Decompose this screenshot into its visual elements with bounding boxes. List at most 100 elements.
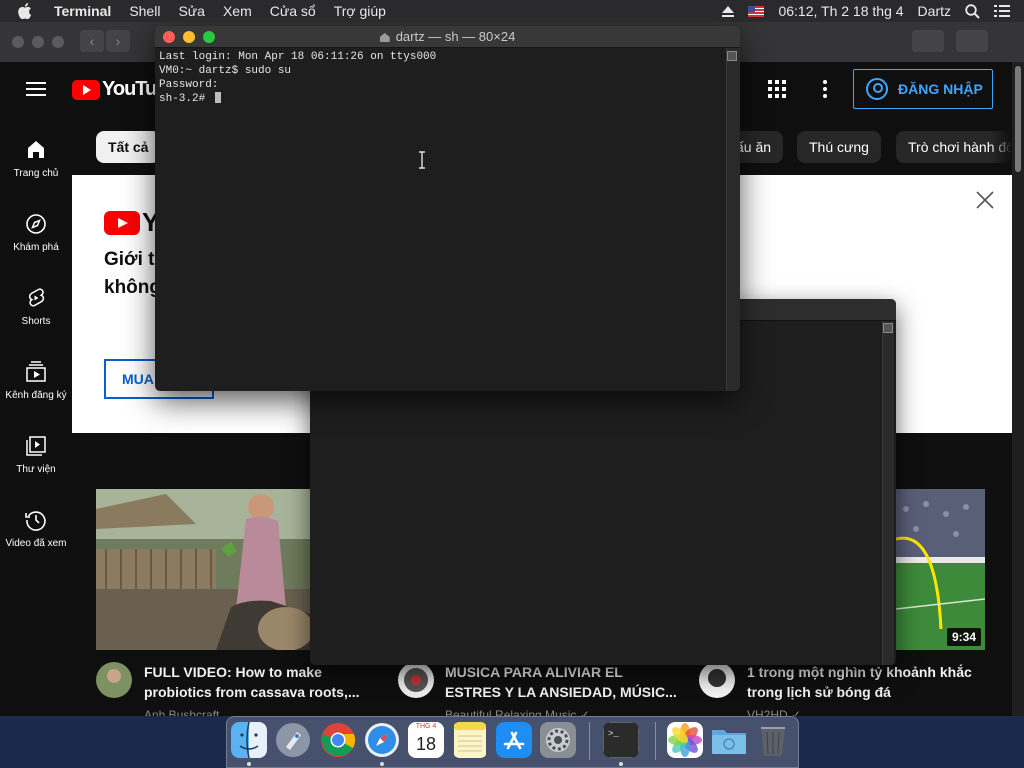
more-options-icon[interactable] bbox=[823, 80, 827, 98]
sidebar-item-library[interactable]: Thư viện bbox=[0, 434, 72, 475]
downloads-folder-icon[interactable] bbox=[711, 722, 747, 758]
split-pane-button[interactable] bbox=[727, 51, 737, 61]
menu-app-name[interactable]: Terminal bbox=[54, 3, 111, 19]
control-center-list-icon[interactable] bbox=[994, 4, 1010, 18]
sidebar-item-label: Kênh đăng ký bbox=[5, 390, 67, 401]
signin-label: ĐĂNG NHẬP bbox=[898, 81, 983, 97]
finder-icon[interactable] bbox=[231, 722, 267, 758]
video-channel-name[interactable]: VH2HD ✓ bbox=[747, 708, 801, 716]
subscriptions-icon bbox=[26, 361, 46, 382]
video-channel-name[interactable]: Anh Bushcraft bbox=[144, 708, 219, 716]
promo-headline-line2: không bbox=[104, 277, 161, 298]
terminal-title: dartz — sh — 80×24 bbox=[155, 26, 740, 48]
channel-avatar[interactable] bbox=[699, 662, 735, 698]
svg-text:>_: >_ bbox=[608, 729, 619, 739]
sidebar-item-subscriptions[interactable]: Kênh đăng ký bbox=[0, 360, 72, 401]
chip-all[interactable]: Tất cả bbox=[96, 131, 161, 163]
account-icon bbox=[866, 78, 888, 100]
calendar-icon[interactable]: THG 4 18 bbox=[408, 722, 444, 758]
input-source-flag-icon[interactable] bbox=[748, 5, 765, 17]
shorts-icon bbox=[28, 288, 45, 307]
terminal-prompt-line: sh-3.2# bbox=[159, 92, 724, 106]
terminal-window[interactable]: dartz — sh — 80×24 Last login: Mon Apr 1… bbox=[155, 26, 740, 391]
browser-minimize-button[interactable] bbox=[32, 36, 44, 48]
video-title-line2[interactable]: trong lịch sử bóng đá bbox=[747, 682, 891, 702]
video-thumbnail[interactable] bbox=[96, 489, 310, 650]
menu-edit[interactable]: Sửa bbox=[178, 3, 205, 19]
history-icon bbox=[25, 511, 46, 531]
sidebar-item-label: Video đã xem bbox=[5, 538, 67, 549]
spotlight-search-icon[interactable] bbox=[965, 3, 980, 19]
menu-window[interactable]: Cửa sổ bbox=[270, 3, 316, 19]
notes-icon[interactable] bbox=[452, 722, 488, 758]
apple-icon[interactable] bbox=[18, 3, 40, 19]
apps-grid-icon[interactable] bbox=[768, 80, 786, 98]
terminal-line: VM0:~ dartz$ sudo su bbox=[159, 65, 292, 77]
terminal-icon[interactable]: >_ bbox=[603, 722, 639, 758]
menu-clock[interactable]: 06:12, Th 2 18 thg 4 bbox=[778, 3, 903, 19]
calendar-day: 18 bbox=[415, 734, 437, 754]
video-title-line1[interactable]: MUSICA PARA ALIVIAR EL bbox=[445, 662, 623, 682]
terminal-line: Password: bbox=[159, 79, 219, 91]
sidebar-item-explore[interactable]: Khám phá bbox=[0, 212, 72, 253]
video-title-line1[interactable]: FULL VIDEO: How to make bbox=[144, 662, 322, 682]
promo-headline-line1: Giới t bbox=[104, 249, 155, 270]
menu-shell[interactable]: Shell bbox=[129, 3, 160, 19]
terminal-scrollbar[interactable] bbox=[882, 321, 894, 665]
terminal-scrollbar[interactable] bbox=[726, 48, 740, 391]
video-thumbnail[interactable]: 9:34 bbox=[896, 489, 985, 650]
system-preferences-icon[interactable] bbox=[540, 722, 576, 758]
terminal-line: Last login: Mon Apr 18 06:11:26 on ttys0… bbox=[159, 51, 437, 63]
running-indicator bbox=[380, 762, 384, 766]
desktop: Terminal Shell Sửa Xem Cửa sổ Trợ giúp 0… bbox=[0, 0, 1024, 768]
sidebar-item-home[interactable]: Trang chủ bbox=[0, 138, 72, 179]
home-folder-icon bbox=[379, 33, 390, 42]
app-store-icon[interactable] bbox=[496, 722, 532, 758]
channel-avatar[interactable] bbox=[96, 662, 132, 698]
menu-hamburger-icon[interactable] bbox=[26, 82, 46, 96]
browser-zoom-button[interactable] bbox=[52, 36, 64, 48]
youtube-premium-logo-icon bbox=[104, 211, 140, 235]
menu-user[interactable]: Dartz bbox=[918, 3, 951, 19]
terminal-output[interactable]: Last login: Mon Apr 18 06:11:26 on ttys0… bbox=[159, 50, 724, 389]
dock-separator bbox=[589, 722, 590, 760]
sidebar-item-label: Khám phá bbox=[13, 242, 59, 253]
terminal-prompt: sh-3.2# bbox=[159, 93, 212, 105]
launchpad-icon[interactable] bbox=[275, 722, 311, 758]
safari-icon[interactable] bbox=[364, 722, 400, 758]
video-title-line2[interactable]: ESTRES Y LA ANSIEDAD, MÚSIC... bbox=[445, 682, 677, 702]
terminal-title-bar[interactable]: dartz — sh — 80×24 bbox=[155, 26, 740, 48]
photos-icon[interactable] bbox=[667, 722, 703, 758]
sidebar-item-history[interactable]: Video đã xem bbox=[0, 508, 72, 549]
eject-icon[interactable] bbox=[722, 5, 735, 17]
ibeam-cursor-icon bbox=[419, 151, 425, 169]
channel-avatar[interactable] bbox=[398, 662, 434, 698]
sidebar-item-label: Shorts bbox=[21, 316, 51, 327]
video-duration-badge: 9:34 bbox=[946, 628, 981, 646]
split-pane-button[interactable] bbox=[883, 323, 893, 333]
browser-close-button[interactable] bbox=[12, 36, 24, 48]
sidebar-item-shorts[interactable]: Shorts bbox=[0, 286, 72, 327]
browser-forward-button[interactable]: › bbox=[106, 30, 130, 52]
signin-button[interactable]: ĐĂNG NHẬP bbox=[853, 69, 993, 109]
video-channel-name[interactable]: Beautiful Relaxing Music ✓ bbox=[445, 708, 590, 716]
browser-tabs-button[interactable] bbox=[956, 30, 988, 52]
menu-view[interactable]: Xem bbox=[223, 3, 252, 19]
browser-back-button[interactable]: ‹ bbox=[80, 30, 104, 52]
compass-icon bbox=[26, 214, 46, 234]
chrome-icon[interactable] bbox=[320, 722, 356, 758]
chip-pets[interactable]: Thú cưng bbox=[797, 131, 881, 163]
scrollbar-thumb[interactable] bbox=[1015, 66, 1021, 172]
text-cursor bbox=[214, 92, 221, 103]
library-icon bbox=[26, 436, 46, 456]
video-title-line1[interactable]: 1 trong một nghìn tỷ khoảnh khắc bbox=[747, 662, 972, 682]
page-scrollbar[interactable] bbox=[1012, 62, 1024, 716]
home-icon bbox=[28, 141, 44, 158]
video-title-line2[interactable]: probiotics from cassava roots,... bbox=[144, 682, 360, 702]
close-icon[interactable] bbox=[974, 189, 996, 211]
terminal-title-text: dartz — sh — 80×24 bbox=[395, 29, 516, 44]
browser-share-button[interactable] bbox=[912, 30, 944, 52]
trash-icon[interactable] bbox=[755, 722, 791, 758]
menu-help[interactable]: Trợ giúp bbox=[334, 3, 386, 19]
sidebar-item-label: Trang chủ bbox=[13, 168, 59, 179]
